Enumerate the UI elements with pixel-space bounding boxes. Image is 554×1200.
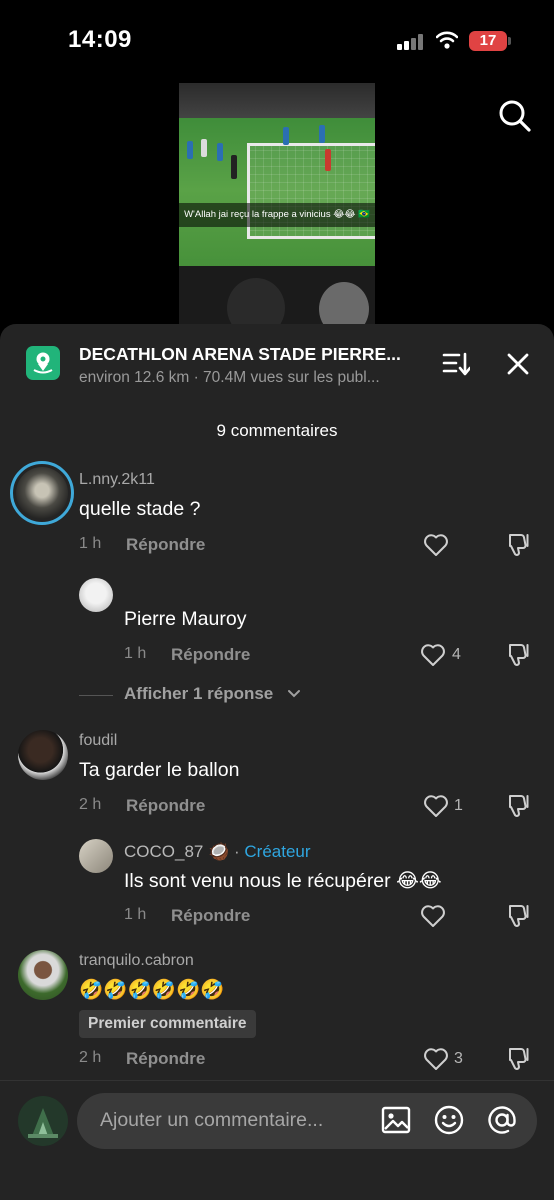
- thumbs-down-icon[interactable]: [506, 793, 532, 819]
- location-pin-icon[interactable]: [26, 346, 60, 380]
- search-icon[interactable]: [497, 98, 533, 134]
- sort-icon[interactable]: [442, 351, 470, 377]
- reply-username-row: COCO_87 🥥 · Créateur: [124, 842, 311, 862]
- like-count: 1: [454, 797, 463, 814]
- reply-button[interactable]: Répondre: [126, 1049, 205, 1069]
- heart-icon[interactable]: [420, 643, 446, 667]
- status-bar: 14:09 17: [0, 0, 554, 80]
- mention-icon[interactable]: [486, 1104, 518, 1136]
- thumbs-down-icon[interactable]: [506, 642, 532, 668]
- reply-text: Pierre Mauroy: [124, 608, 247, 630]
- location-subtitle: environ 12.6 km · 70.4M vues sur les pub…: [79, 369, 380, 386]
- reply-username[interactable]: COCO_87 🥥: [124, 842, 229, 861]
- reply-button[interactable]: Répondre: [171, 645, 250, 665]
- player-figure: [187, 141, 193, 159]
- player-figure: [201, 139, 207, 157]
- thumbs-down-icon[interactable]: [506, 903, 532, 929]
- heart-icon[interactable]: [420, 904, 446, 928]
- comment-time: 1 h: [79, 535, 102, 552]
- heart-icon[interactable]: [423, 533, 449, 557]
- reply-text: Ils sont venu nous le récupérer 😂😂: [124, 870, 442, 892]
- video-caption: W'Allah jai reçu la frappe a vinicius 😂😂…: [179, 203, 375, 227]
- wifi-icon: [436, 31, 458, 49]
- emoji-icon[interactable]: [433, 1104, 465, 1136]
- creator-tag: Créateur: [244, 842, 311, 861]
- show-replies-label: Afficher 1 réponse: [124, 684, 274, 703]
- comment-input-placeholder: Ajouter un commentaire...: [100, 1109, 324, 1131]
- player-figure: [217, 143, 223, 161]
- reply-button[interactable]: Répondre: [171, 906, 250, 926]
- comment-username[interactable]: foudil: [79, 732, 117, 750]
- spectator-head: [319, 282, 369, 328]
- avatar[interactable]: [18, 950, 68, 1000]
- reply-time: 1 h: [124, 906, 147, 923]
- cellular-signal-icon: [397, 34, 425, 50]
- player-figure: [319, 125, 325, 143]
- location-title[interactable]: DECATHLON ARENA STADE PIERRE...: [79, 344, 419, 365]
- player-figure: [231, 155, 237, 179]
- heart-icon[interactable]: [423, 794, 449, 818]
- battery-indicator: 17: [469, 31, 511, 51]
- comment-text: Ta garder le ballon: [79, 759, 240, 781]
- avatar[interactable]: [10, 461, 74, 525]
- divider-line: [79, 695, 113, 696]
- player-figure: [325, 149, 331, 171]
- first-comment-badge: Premier commentaire: [79, 1010, 256, 1038]
- chevron-down-icon: [288, 690, 300, 698]
- separator-dot: ·: [234, 842, 240, 861]
- comment-username[interactable]: L.nny.2k11: [79, 471, 155, 489]
- my-avatar[interactable]: [18, 1096, 68, 1146]
- reply-button[interactable]: Répondre: [126, 796, 205, 816]
- like-count: 4: [452, 646, 461, 663]
- comment-time: 2 h: [79, 1049, 102, 1066]
- reply-button[interactable]: Répondre: [126, 535, 205, 555]
- comment-text: 🤣🤣🤣🤣🤣🤣: [79, 978, 225, 1001]
- status-time: 14:09: [68, 26, 132, 53]
- comments-count: 9 commentaires: [216, 421, 338, 440]
- thumbs-down-icon[interactable]: [506, 1046, 532, 1072]
- comment-text: quelle stade ?: [79, 498, 201, 520]
- comment-time: 2 h: [79, 796, 102, 813]
- thumbs-down-icon[interactable]: [506, 532, 532, 558]
- composer-divider: [0, 1080, 554, 1081]
- avatar[interactable]: [18, 730, 68, 780]
- avatar[interactable]: [79, 839, 113, 873]
- like-count: 3: [454, 1050, 463, 1067]
- video-preview[interactable]: W'Allah jai reçu la frappe a vinicius 😂😂…: [179, 83, 375, 328]
- comment-username[interactable]: tranquilo.cabron: [79, 952, 194, 970]
- player-figure: [283, 127, 289, 145]
- reply-time: 1 h: [124, 645, 147, 662]
- image-icon[interactable]: [380, 1104, 412, 1136]
- close-icon[interactable]: [505, 351, 531, 377]
- heart-icon[interactable]: [423, 1047, 449, 1071]
- avatar[interactable]: [79, 578, 113, 612]
